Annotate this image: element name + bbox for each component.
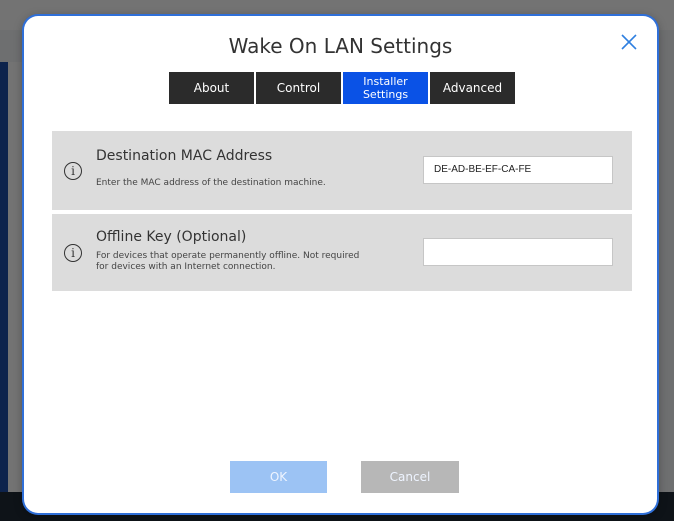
offline-key-label: Offline Key (Optional): [96, 229, 247, 245]
offline-key-description: For devices that operate permanently off…: [96, 251, 360, 272]
offline-key-input[interactable]: [423, 238, 613, 266]
dialog-title: Wake On LAN Settings: [228, 34, 453, 58]
mac-address-row: i Destination MAC Address Enter the MAC …: [52, 131, 632, 210]
ok-button[interactable]: OK: [230, 461, 327, 493]
tab-control[interactable]: Control: [256, 72, 341, 104]
tab-installer-settings[interactable]: Installer Settings: [343, 72, 428, 104]
cancel-button[interactable]: Cancel: [361, 461, 459, 493]
tab-bar: About Control Installer Settings Advance…: [169, 72, 515, 104]
mac-address-description: Enter the MAC address of the destination…: [96, 178, 326, 188]
offline-key-row: i Offline Key (Optional) For devices tha…: [52, 214, 632, 291]
close-icon[interactable]: [619, 32, 639, 52]
info-icon[interactable]: i: [64, 244, 82, 262]
info-icon[interactable]: i: [64, 162, 82, 180]
tab-about[interactable]: About: [169, 72, 254, 104]
wake-on-lan-dialog: Wake On LAN Settings About Control Insta…: [24, 16, 657, 513]
mac-address-input[interactable]: DE-AD-BE-EF-CA-FE: [423, 156, 613, 184]
mac-address-label: Destination MAC Address: [96, 148, 273, 164]
tab-advanced[interactable]: Advanced: [430, 72, 515, 104]
